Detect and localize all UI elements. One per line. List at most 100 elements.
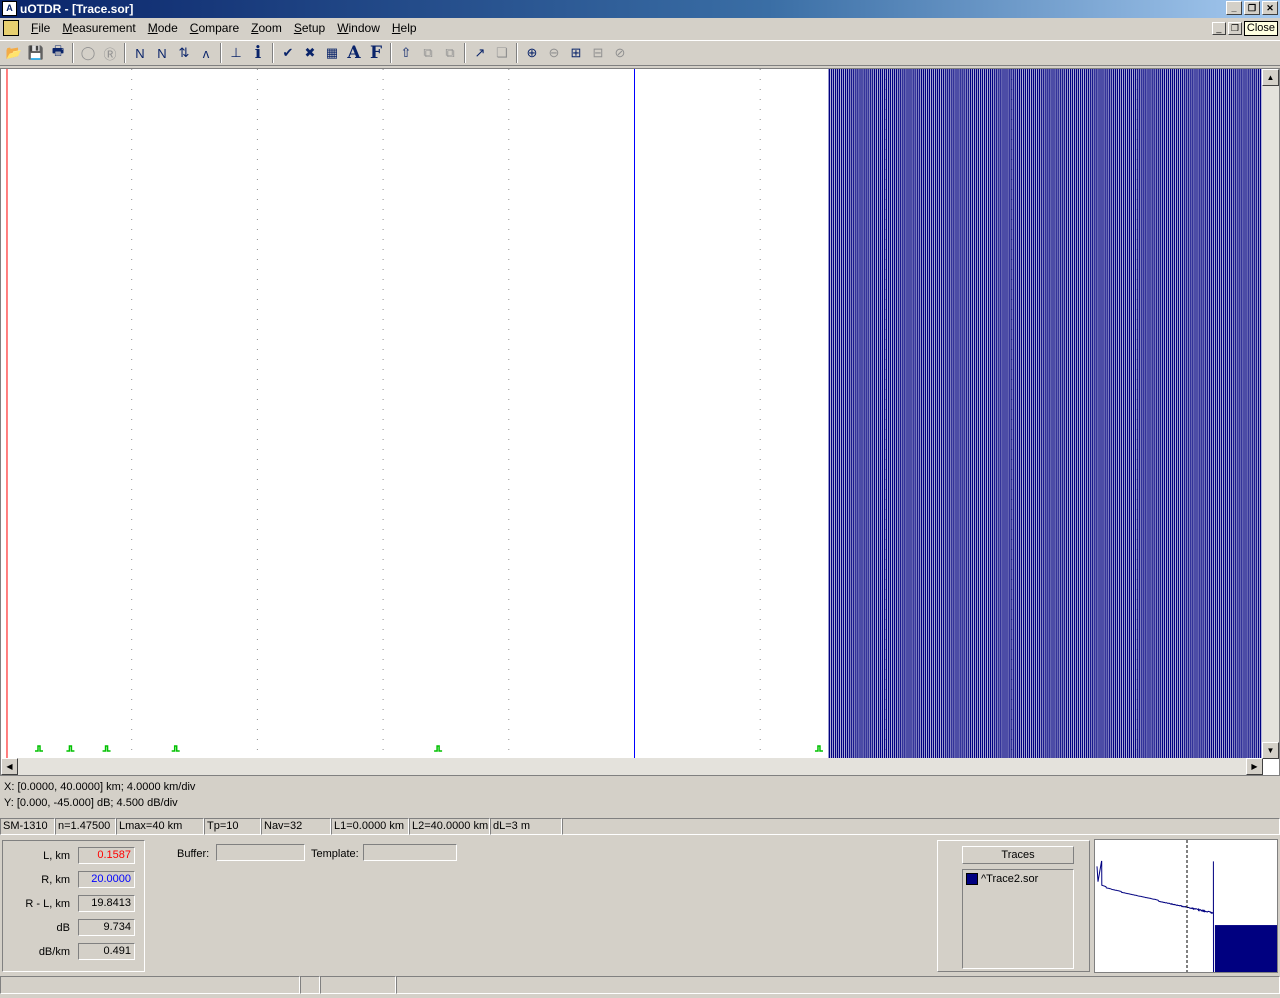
circle-r-icon[interactable]: Ⓡ: [99, 42, 121, 64]
line-n2-icon[interactable]: N: [151, 42, 173, 64]
buffer-field[interactable]: [216, 844, 305, 861]
doc-restore-button[interactable]: ❐: [1227, 22, 1242, 35]
zoom-in-icon[interactable]: ⊕: [521, 42, 543, 64]
event-marker: [171, 745, 180, 752]
save-icon[interactable]: 💾: [25, 42, 47, 64]
menu-setup[interactable]: Setup: [288, 18, 331, 38]
line-n-icon[interactable]: N: [129, 42, 151, 64]
zoom-fit-icon[interactable]: ⊟: [587, 42, 609, 64]
horizontal-scrollbar[interactable]: ◀ ▶: [1, 758, 1263, 775]
toolbar-separator: [516, 43, 518, 63]
overview-chart[interactable]: [1095, 840, 1277, 973]
wavelength-status: SM-1310: [0, 818, 55, 835]
menu-file[interactable]: File: [25, 18, 56, 38]
overview-noise: [1214, 925, 1277, 972]
zoom-area-icon[interactable]: ⊞: [565, 42, 587, 64]
parameters-bar: SM-1310 n=1.47500 Lmax=40 km Tp=10 Nav=3…: [0, 818, 1280, 836]
toolbar-separator: [220, 43, 222, 63]
menu-zoom[interactable]: Zoom: [245, 18, 288, 38]
template-field[interactable]: [363, 844, 457, 861]
status-pane-4: [396, 976, 1280, 994]
event-marker: [66, 745, 75, 752]
compare2-icon[interactable]: ⧉: [439, 42, 461, 64]
document-icon[interactable]: [3, 20, 19, 36]
measurement-panel: L, km 0.1587 R, km 20.0000 R - L, km 19.8413 d…: [2, 840, 145, 972]
menu-window[interactable]: Window: [331, 18, 386, 38]
toolbar-separator: [464, 43, 466, 63]
close-button[interactable]: ✕: [1262, 1, 1278, 15]
maximize-button[interactable]: ❐: [1244, 1, 1260, 15]
line-n4-icon[interactable]: ʌ: [195, 42, 217, 64]
event-marker: [814, 745, 823, 752]
minimize-button[interactable]: _: [1226, 1, 1242, 15]
toolbar-separator: [124, 43, 126, 63]
delete-event-icon[interactable]: ✖: [299, 42, 321, 64]
traces-heading[interactable]: Traces: [962, 846, 1074, 864]
select-icon[interactable]: ↗: [469, 42, 491, 64]
l2-status: L2=40.0000 km: [409, 818, 490, 835]
measurement-row: dB/km 0.491: [3, 943, 146, 963]
scroll-up-button[interactable]: ▲: [1262, 69, 1279, 86]
overview-thumbnail[interactable]: [1094, 839, 1278, 973]
line-n3-icon[interactable]: ⇅: [173, 42, 195, 64]
x-scale-text: X: [0.0000, 40.0000] km; 4.0000 km/div: [4, 781, 196, 793]
status-pane-1: [0, 976, 300, 994]
measurement-label: R - L, km: [25, 898, 70, 910]
event-marker: [102, 745, 111, 752]
trace-color-swatch: [966, 873, 978, 885]
toolbar-separator: [72, 43, 74, 63]
scroll-left-button[interactable]: ◀: [1, 758, 18, 775]
averaging-status: Nav=32: [261, 818, 331, 835]
status-bar: [0, 976, 1280, 996]
zoom-out-icon[interactable]: ⊖: [543, 42, 565, 64]
table-icon[interactable]: ▦: [321, 42, 343, 64]
menu-mode[interactable]: Mode: [142, 18, 184, 38]
font-a-icon[interactable]: A: [343, 42, 365, 64]
measurement-value: 20.0000: [78, 871, 135, 888]
event-marker: [34, 745, 43, 752]
menu-bar: File Measurement Mode Compare Zoom Setup Windo…: [0, 18, 1280, 38]
info-icon[interactable]: i: [247, 42, 269, 64]
measurement-label: L, km: [43, 850, 70, 862]
vertical-scrollbar[interactable]: ▲ ▼: [1262, 69, 1279, 759]
font-f-icon[interactable]: F: [365, 42, 387, 64]
status-pane-2: [300, 976, 320, 994]
traces-list[interactable]: ^Trace2.sor: [962, 869, 1074, 969]
print-icon[interactable]: 🖶: [47, 42, 69, 64]
trace-plot-area[interactable]: 0.788.5900.2890.3900.330 dB/km0.3110.327…: [0, 68, 1280, 776]
y-scale-text: Y: [0.000, -45.000] dB; 4.500 dB/div: [4, 797, 178, 809]
measurement-value: 0.1587: [78, 847, 135, 864]
bottom-panel: L, km 0.1587 R, km 20.0000 R - L, km 19.8413 d…: [0, 838, 1280, 974]
pulse-status: Tp=10: [204, 818, 261, 835]
measurement-row: dB 9.734: [3, 919, 146, 939]
export-icon[interactable]: ⇧: [395, 42, 417, 64]
lmax-status: Lmax=40 km: [116, 818, 204, 835]
trace-name: ^Trace2.sor: [981, 873, 1039, 885]
measurement-value: 19.8413: [78, 895, 135, 912]
open-icon[interactable]: 📂: [3, 42, 25, 64]
scale-info: X: [0.0000, 40.0000] km; 4.0000 km/div Y…: [4, 779, 195, 811]
otdr-trace-chart[interactable]: 0.788.5900.2890.3900.330 dB/km0.3110.327…: [1, 69, 1263, 759]
scroll-down-button[interactable]: ▼: [1262, 742, 1279, 759]
doc-minimize-button[interactable]: _: [1211, 22, 1226, 35]
close-tooltip: Close: [1243, 21, 1278, 36]
menu-help[interactable]: Help: [386, 18, 423, 38]
status-pane-3: [320, 976, 396, 994]
scroll-right-button[interactable]: ▶: [1246, 758, 1263, 775]
measurement-label: dB: [56, 922, 70, 934]
menu-measurement[interactable]: Measurement: [56, 18, 141, 38]
measurement-label: dB/km: [38, 946, 70, 958]
event-marker: [434, 745, 443, 752]
compare-icon[interactable]: ⧉: [417, 42, 439, 64]
l1-status: L1=0.0000 km: [331, 818, 409, 835]
circle-icon[interactable]: ◯: [77, 42, 99, 64]
zoom-reset-icon[interactable]: ⊘: [609, 42, 631, 64]
marker-icon[interactable]: ⊥: [225, 42, 247, 64]
toolbar-separator: [390, 43, 392, 63]
trace-item[interactable]: ^Trace2.sor: [966, 873, 1038, 885]
title-bar: A uOTDR - [Trace.sor] _ ❐ ✕: [0, 0, 1280, 18]
copy-icon[interactable]: ❏: [491, 42, 513, 64]
menu-compare[interactable]: Compare: [184, 18, 245, 38]
check-icon[interactable]: ✔: [277, 42, 299, 64]
app-icon[interactable]: A: [2, 1, 17, 16]
